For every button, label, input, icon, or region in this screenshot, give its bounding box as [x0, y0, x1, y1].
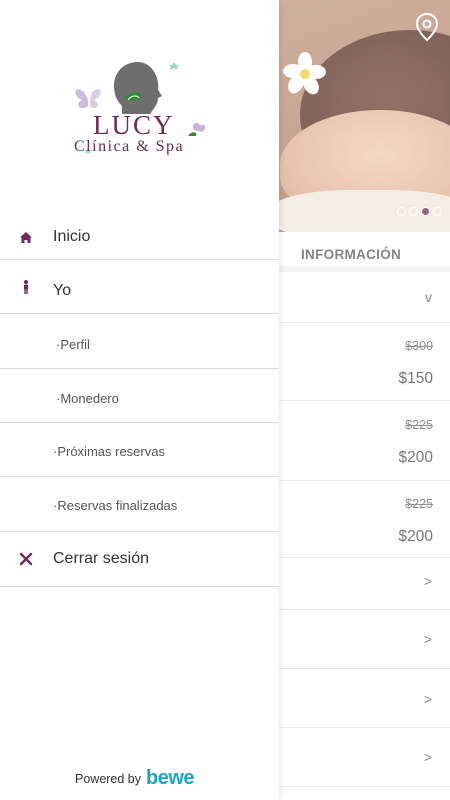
logo-title: LUCY [93, 110, 175, 140]
location-pin-icon[interactable] [414, 12, 440, 42]
nav-row[interactable]: > [279, 669, 450, 728]
section-title: INFORMACIÓN [301, 247, 402, 262]
menu-item-label: Inicio [53, 228, 91, 245]
home-icon [20, 232, 32, 243]
flower-icon [283, 52, 326, 95]
menu-item-perfil[interactable]: ·Perfil [0, 314, 279, 369]
old-price: $300 [405, 339, 433, 353]
menu-item-label: ·Monedero [56, 391, 119, 406]
nav-row[interactable]: > [279, 610, 450, 669]
old-price: $225 [405, 418, 433, 432]
carousel-dot[interactable] [433, 207, 442, 216]
new-price: $200 [398, 449, 433, 466]
chevron-right-icon: > [423, 749, 432, 765]
navigation-drawer: LUCY Clínica & Spa Inicio Yo ·Perfil ·Mo… [0, 0, 279, 800]
service-row[interactable]: $225 $200 [279, 401, 450, 481]
logo-subtitle: Clínica & Spa [74, 138, 185, 155]
collapsible-row[interactable]: v [279, 272, 450, 323]
menu-item-proximas-reservas[interactable]: ·Próximas reservas [0, 423, 279, 477]
new-price: $200 [398, 528, 433, 545]
carousel-dot-active[interactable] [421, 207, 430, 216]
menu-item-label: Yo [53, 282, 72, 299]
menu-item-yo[interactable]: Yo [0, 260, 279, 314]
menu-item-cerrar-sesion[interactable]: Cerrar sesión [0, 532, 279, 587]
chevron-right-icon: > [423, 691, 432, 707]
carousel-dot[interactable] [409, 207, 418, 216]
chevron-down-icon: v [425, 289, 432, 305]
service-row[interactable]: $225 $200 [279, 481, 450, 558]
powered-by-footer[interactable]: Powered by bewe [75, 767, 195, 789]
menu-item-inicio[interactable]: Inicio [0, 214, 279, 260]
carousel-indicator[interactable] [397, 207, 442, 216]
old-price: $225 [405, 497, 433, 511]
service-row[interactable]: $300 $150 [279, 323, 450, 401]
information-section-header: INFORMACIÓN [279, 232, 450, 272]
powered-by-text: Powered by [75, 772, 142, 786]
menu-item-label: ·Próximas reservas [53, 444, 165, 459]
menu-item-label: ·Reservas finalizadas [53, 498, 178, 513]
nav-row[interactable]: > [279, 728, 450, 787]
bewe-logo: bewe [146, 767, 195, 789]
new-price: $150 [398, 370, 433, 387]
chevron-right-icon: > [423, 631, 432, 647]
person-icon [24, 280, 28, 294]
chevron-right-icon: > [423, 573, 432, 589]
menu-item-label: ·Perfil [56, 337, 90, 352]
menu-item-reservas-finalizadas[interactable]: ·Reservas finalizadas [0, 477, 279, 532]
close-icon [19, 552, 33, 566]
menu-item-monedero[interactable]: ·Monedero [0, 369, 279, 423]
carousel-dot[interactable] [397, 207, 406, 216]
menu-item-label: Cerrar sesión [53, 550, 150, 567]
nav-row[interactable]: > [279, 558, 450, 610]
